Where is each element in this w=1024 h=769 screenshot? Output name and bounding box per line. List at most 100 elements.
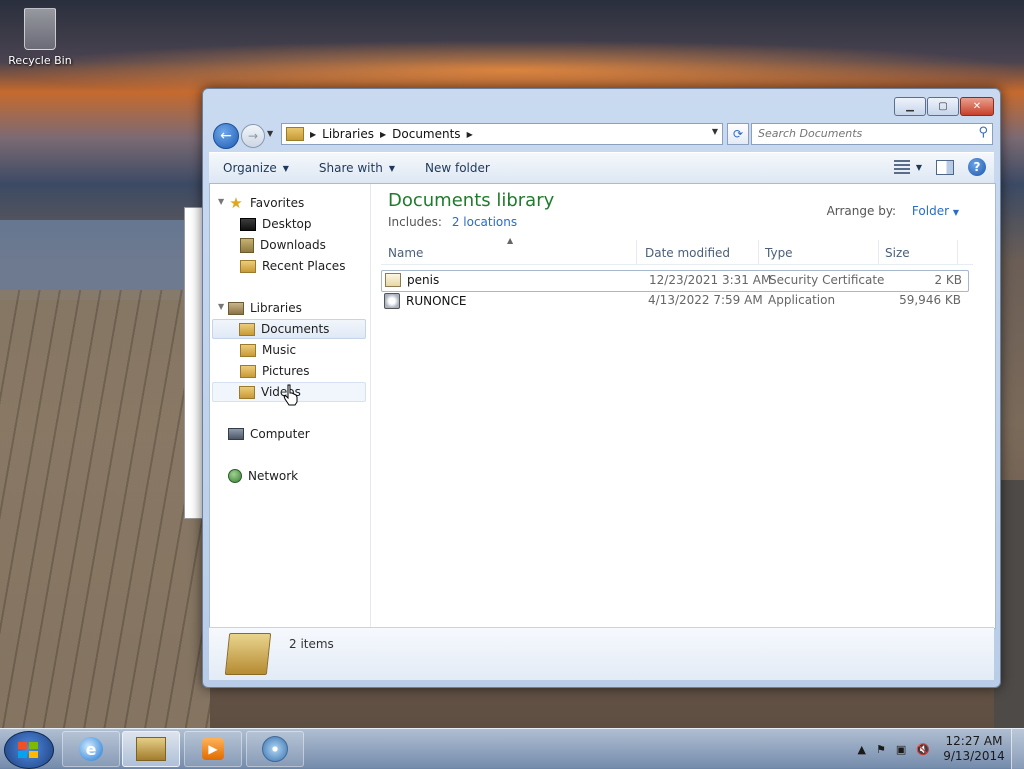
clock-time: 12:27 AM — [945, 734, 1003, 748]
title-bar[interactable]: ▁ ▢ ✕ — [203, 89, 1000, 119]
taskbar-disc-burner[interactable] — [246, 731, 304, 767]
nav-label: Downloads — [260, 238, 326, 252]
new-folder-label: New folder — [424, 161, 490, 175]
arrange-by-dropdown[interactable]: Folder ▼ — [912, 204, 959, 218]
volume-muted-icon[interactable]: 🔇 — [916, 743, 930, 756]
maximize-button[interactable]: ▢ — [927, 97, 959, 116]
arrange-by: Arrange by: Folder ▼ — [827, 204, 959, 218]
chevron-down-icon: ▼ — [915, 162, 922, 172]
breadcrumb-documents[interactable]: Documents — [392, 127, 460, 141]
nav-desktop[interactable]: Desktop — [240, 214, 312, 234]
minimize-button[interactable]: ▁ — [894, 97, 926, 116]
column-header-type[interactable]: Type — [758, 240, 879, 264]
arrange-value: Folder — [911, 204, 950, 218]
nav-documents[interactable]: Documents — [212, 319, 366, 339]
file-type: Security Certificate — [769, 273, 885, 287]
library-title: Documents library — [388, 190, 555, 211]
nav-pictures[interactable]: Pictures — [240, 361, 310, 381]
breadcrumb-separator-icon[interactable]: ▶ — [310, 130, 316, 139]
desktop-icon-label: Recycle Bin — [8, 54, 72, 67]
show-hidden-icons-button[interactable]: ▲ — [858, 743, 866, 756]
application-icon — [384, 293, 400, 309]
disc-burner-icon — [262, 736, 288, 762]
expand-favorites-icon[interactable]: ▼ — [218, 197, 224, 206]
nav-label: Computer — [250, 427, 310, 441]
nav-label: Network — [248, 469, 299, 483]
preview-pane-button[interactable] — [936, 159, 954, 175]
nav-network[interactable]: Network — [228, 466, 298, 486]
expand-libraries-icon[interactable]: ▼ — [218, 302, 224, 311]
file-size: 2 KB — [934, 273, 962, 287]
forward-button[interactable]: → — [241, 124, 265, 148]
breadcrumb-separator-icon[interactable]: ▶ — [380, 130, 386, 139]
star-icon: ★ — [229, 194, 243, 212]
action-center-flag-icon[interactable]: ⚑ — [876, 743, 886, 756]
file-row[interactable]: penis 12/23/2021 3:31 AM Security Certif… — [381, 270, 969, 292]
library-includes: Includes: 2 locations — [388, 215, 517, 229]
nav-music[interactable]: Music — [240, 340, 296, 360]
organize-button[interactable]: Organize ▼ — [223, 161, 289, 175]
address-dropdown-icon[interactable]: ▼ — [712, 127, 718, 136]
content-area: ▼ ★ Favorites Desktop Downloads Recent P… — [209, 183, 996, 629]
breadcrumb-separator-icon[interactable]: ▶ — [467, 130, 473, 139]
nav-recent-places[interactable]: Recent Places — [240, 256, 345, 276]
chevron-down-icon: ▼ — [388, 163, 395, 173]
music-library-icon — [240, 343, 256, 357]
recent-pages-button[interactable]: ▼ — [267, 129, 277, 139]
nav-label: Recent Places — [262, 259, 346, 273]
explorer-window: ▁ ▢ ✕ ← → ▼ ▶ Libraries ▶ Documents ▶ ▼ … — [202, 88, 1001, 688]
breadcrumb-libraries[interactable]: Libraries — [322, 127, 374, 141]
media-player-icon: ▶ — [202, 738, 224, 760]
system-clock[interactable]: 12:27 AM 9/13/2014 — [941, 734, 1007, 764]
column-headers: ▲ Name Date modified Type Size — [381, 236, 973, 265]
address-bar[interactable]: ▶ Libraries ▶ Documents ▶ ▼ — [281, 123, 723, 145]
file-row[interactable]: RUNONCE 4/13/2022 7:59 AM Application 59… — [381, 291, 967, 311]
nav-computer[interactable]: Computer — [228, 424, 310, 444]
minimize-icon: ▁ — [906, 100, 914, 112]
file-name-cell: RUNONCE — [384, 293, 466, 309]
folder-icon — [286, 127, 304, 141]
command-bar: Organize ▼ Share with ▼ New folder ▼ ? — [209, 152, 994, 184]
arrange-label: Arrange by: — [826, 204, 897, 218]
details-pane: 2 items — [209, 627, 994, 680]
change-view-button[interactable]: ▼ — [893, 160, 922, 174]
nav-libraries[interactable]: Libraries — [228, 298, 302, 318]
back-button[interactable]: ← — [213, 123, 239, 149]
windows-logo-icon — [18, 742, 38, 758]
help-button[interactable]: ? — [968, 158, 986, 176]
refresh-button[interactable]: ⟳ — [727, 123, 749, 145]
desktop-icon-recycle-bin[interactable]: Recycle Bin — [8, 8, 72, 67]
internet-explorer-icon: e — [79, 737, 103, 761]
desktop-icon — [240, 217, 256, 231]
network-status-icon[interactable]: ▣ — [896, 743, 906, 756]
libraries-icon — [228, 301, 244, 315]
wallpaper-water — [0, 220, 200, 300]
search-input[interactable] — [752, 124, 969, 142]
nav-favorites[interactable]: ★ Favorites — [228, 193, 304, 213]
navigation-pane[interactable]: ▼ ★ Favorites Desktop Downloads Recent P… — [210, 184, 371, 628]
search-icon[interactable]: ⚲ — [978, 125, 988, 140]
file-list-pane[interactable]: Documents library Includes: 2 locations … — [371, 184, 995, 628]
nav-downloads[interactable]: Downloads — [240, 235, 326, 255]
taskbar-media-player[interactable]: ▶ — [184, 731, 242, 767]
close-button[interactable]: ✕ — [960, 97, 994, 116]
share-with-button[interactable]: Share with ▼ — [319, 161, 395, 175]
taskbar-internet-explorer[interactable]: e — [62, 731, 120, 767]
includes-label: Includes: — [388, 215, 442, 229]
videos-library-icon — [239, 385, 255, 399]
column-header-name[interactable]: Name — [381, 240, 637, 264]
start-button[interactable] — [4, 731, 54, 769]
wallpaper-boardwalk — [0, 290, 210, 730]
search-box: ⚲ — [751, 123, 993, 145]
taskbar-windows-explorer[interactable] — [122, 731, 180, 767]
computer-icon — [228, 428, 244, 440]
network-icon — [228, 469, 242, 483]
show-desktop-button[interactable] — [1011, 729, 1024, 769]
column-header-date[interactable]: Date modified — [638, 240, 759, 264]
documents-library-icon — [239, 322, 255, 336]
locations-link[interactable]: 2 locations — [452, 215, 517, 229]
column-header-size[interactable]: Size — [878, 240, 958, 264]
recycle-bin-icon — [24, 8, 56, 50]
chevron-down-icon: ▼ — [282, 163, 289, 173]
new-folder-button[interactable]: New folder — [425, 161, 490, 175]
